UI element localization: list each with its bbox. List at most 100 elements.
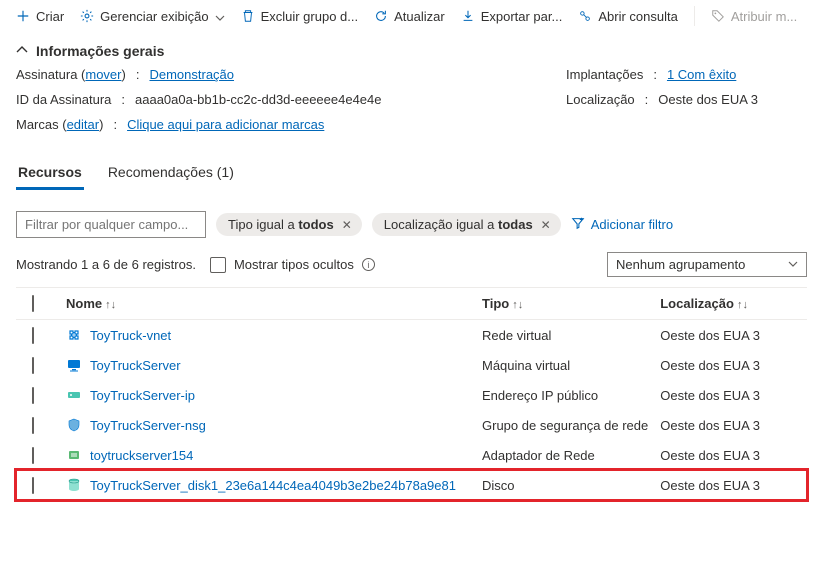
open-query-button[interactable]: Abrir consulta xyxy=(578,9,677,24)
create-label: Criar xyxy=(36,9,64,24)
resource-icon xyxy=(66,357,82,373)
column-location[interactable]: Localização↑↓ xyxy=(654,288,807,320)
resource-type: Rede virtual xyxy=(476,320,654,351)
grouping-dropdown[interactable]: Nenhum agrupamento xyxy=(607,252,807,277)
export-label: Exportar par... xyxy=(481,9,563,24)
resource-location: Oeste dos EUA 3 xyxy=(654,380,807,410)
create-button[interactable]: Criar xyxy=(16,9,64,24)
show-hidden-checkbox[interactable] xyxy=(210,257,226,273)
divider xyxy=(694,6,695,26)
type-filter-pill[interactable]: Tipo igual a todos ✕ xyxy=(216,213,362,236)
resource-link[interactable]: ToyTruckServer-nsg xyxy=(90,418,206,433)
resources-table: Nome↑↓ Tipo↑↓ Localização↑↓ ToyTruck-vne… xyxy=(16,287,807,500)
row-checkbox[interactable] xyxy=(32,417,34,434)
row-checkbox[interactable] xyxy=(32,357,34,374)
row-checkbox[interactable] xyxy=(32,327,34,344)
location-filter-prefix: Localização igual a xyxy=(384,217,498,232)
resource-link[interactable]: ToyTruck-vnet xyxy=(90,328,171,343)
subscription-id-label: ID da Assinatura xyxy=(16,92,111,107)
download-icon xyxy=(461,9,475,23)
resource-type: Adaptador de Rede xyxy=(476,440,654,470)
table-row[interactable]: ToyTruckServer-ip Endereço IP públicoOest… xyxy=(16,380,807,410)
resource-location: Oeste dos EUA 3 xyxy=(654,320,807,351)
manage-view-button[interactable]: Gerenciar exibição xyxy=(80,9,224,24)
assign-label: Atribuir m... xyxy=(731,9,797,24)
delete-group-label: Excluir grupo d... xyxy=(261,9,359,24)
delete-group-button[interactable]: Excluir grupo d... xyxy=(241,9,359,24)
filter-bar: Tipo igual a todos ✕ Localização igual a… xyxy=(0,191,823,248)
chevron-down-icon xyxy=(788,257,798,272)
essentials-grid: Assinatura (mover) : Demonstração Implan… xyxy=(0,67,823,140)
refresh-icon xyxy=(374,9,388,23)
location-filter-pill[interactable]: Localização igual a todas ✕ xyxy=(372,213,561,236)
subscription-id-value: aaaa0a0a-bb1b-cc2c-dd3d-eeeeee4e4e4e xyxy=(135,92,382,107)
close-icon[interactable]: ✕ xyxy=(541,218,551,232)
resource-icon xyxy=(66,417,82,433)
column-name[interactable]: Nome↑↓ xyxy=(60,288,476,320)
tab-recommendations[interactable]: Recomendações (1) xyxy=(106,158,236,190)
resource-icon xyxy=(66,447,82,463)
resource-link[interactable]: toytruckserver154 xyxy=(90,448,193,463)
select-all-checkbox[interactable] xyxy=(32,295,34,312)
location-filter-value: todas xyxy=(498,217,533,232)
manage-view-label: Gerenciar exibição xyxy=(100,9,208,24)
essentials-header[interactable]: Informações gerais xyxy=(0,33,823,67)
column-type[interactable]: Tipo↑↓ xyxy=(476,288,654,320)
location-value: Oeste dos EUA 3 xyxy=(658,92,758,107)
resource-link[interactable]: ToyTruckServer xyxy=(90,358,181,373)
refresh-button[interactable]: Atualizar xyxy=(374,9,445,24)
row-checkbox[interactable] xyxy=(32,387,34,404)
resource-location: Oeste dos EUA 3 xyxy=(654,410,807,440)
table-header-row: Nome↑↓ Tipo↑↓ Localização↑↓ xyxy=(16,288,807,320)
plus-icon xyxy=(16,9,30,23)
resource-link[interactable]: ToyTruckServer_disk1_23e6a144c4ea4049b3e… xyxy=(90,478,456,493)
resource-type: Máquina virtual xyxy=(476,350,654,380)
essentials-title: Informações gerais xyxy=(36,43,164,59)
show-hidden-label: Mostrar tipos ocultos xyxy=(234,257,354,272)
row-checkbox[interactable] xyxy=(32,447,34,464)
move-link[interactable]: mover xyxy=(85,67,121,82)
info-icon[interactable]: i xyxy=(362,258,375,271)
tabs: Recursos Recomendações (1) xyxy=(0,140,823,191)
resource-icon xyxy=(66,477,82,493)
subscription-value[interactable]: Demonstração xyxy=(149,67,234,82)
filter-input[interactable] xyxy=(16,211,206,238)
deployments-value[interactable]: 1 Com êxito xyxy=(667,67,736,82)
gear-icon xyxy=(80,9,94,23)
command-bar: Criar Gerenciar exibição Excluir grupo d… xyxy=(0,0,823,33)
tags-label: Marcas ( xyxy=(16,117,67,132)
filter-icon xyxy=(571,216,585,233)
chevron-up-icon xyxy=(16,43,28,59)
refresh-label: Atualizar xyxy=(394,9,445,24)
grouping-value: Nenhum agrupamento xyxy=(616,257,745,272)
assign-button: Atribuir m... xyxy=(711,9,797,24)
subscription-row: Assinatura (mover) : Demonstração xyxy=(16,67,546,82)
export-button[interactable]: Exportar par... xyxy=(461,9,563,24)
results-summary-row: Mostrando 1 a 6 de 6 registros. Mostrar … xyxy=(0,248,823,287)
table-row[interactable]: ToyTruck-vnet Rede virtualOeste dos EUA 3 xyxy=(16,320,807,351)
close-icon[interactable]: ✕ xyxy=(342,218,352,232)
table-row[interactable]: toytruckserver154 Adaptador de RedeOeste … xyxy=(16,440,807,470)
tab-resources[interactable]: Recursos xyxy=(16,158,84,190)
chevron-down-icon xyxy=(215,11,225,21)
results-count: Mostrando 1 a 6 de 6 registros. xyxy=(16,257,196,272)
resource-location: Oeste dos EUA 3 xyxy=(654,440,807,470)
row-checkbox[interactable] xyxy=(32,477,34,494)
resource-type: Grupo de segurança de rede xyxy=(476,410,654,440)
deployments-label: Implantações xyxy=(566,67,643,82)
tags-value[interactable]: Clique aqui para adicionar marcas xyxy=(127,117,324,132)
trash-icon xyxy=(241,9,255,23)
subscription-label: Assinatura ( xyxy=(16,67,85,82)
tag-icon xyxy=(711,9,725,23)
resource-type: Endereço IP público xyxy=(476,380,654,410)
resource-icon xyxy=(66,387,82,403)
table-row[interactable]: ToyTruckServer_disk1_23e6a144c4ea4049b3e… xyxy=(16,470,807,500)
resource-link[interactable]: ToyTruckServer-ip xyxy=(90,388,195,403)
table-row[interactable]: ToyTruckServerMáquina virtualOeste dos E… xyxy=(16,350,807,380)
edit-tags-link[interactable]: editar xyxy=(67,117,100,132)
location-label: Localização xyxy=(566,92,635,107)
add-filter-button[interactable]: Adicionar filtro xyxy=(571,216,673,233)
add-filter-label: Adicionar filtro xyxy=(591,217,673,232)
query-icon xyxy=(578,9,592,23)
table-row[interactable]: ToyTruckServer-nsg Grupo de segurança de … xyxy=(16,410,807,440)
